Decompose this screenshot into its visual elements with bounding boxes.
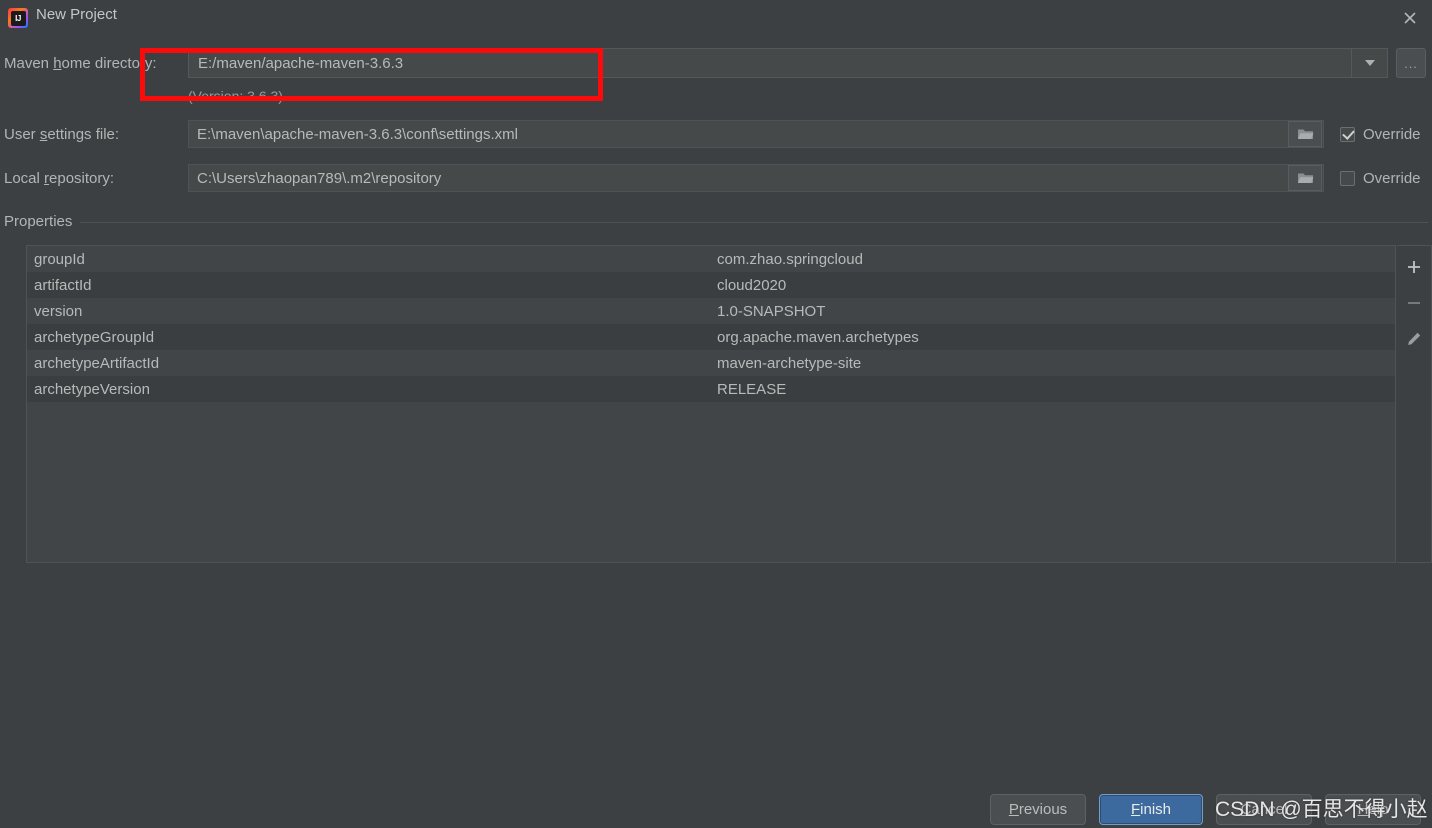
- previous-button[interactable]: Previous: [990, 794, 1086, 825]
- section-divider: [80, 222, 1428, 223]
- property-name-cell: artifactId: [34, 276, 92, 294]
- checkbox-indicator[interactable]: [1340, 127, 1355, 142]
- override-label: Override: [1363, 126, 1421, 143]
- maven-version-note: (Version: 3.6.3): [188, 88, 283, 104]
- override-label: Override: [1363, 170, 1421, 187]
- maven-home-label: Maven home directory:: [4, 55, 157, 72]
- title-bar: IJ New Project: [0, 0, 1432, 36]
- table-row[interactable]: groupId com.zhao.springcloud: [27, 246, 1395, 272]
- properties-table[interactable]: groupId com.zhao.springcloud artifactId clo…: [26, 245, 1396, 563]
- user-settings-override-checkbox[interactable]: Override: [1340, 126, 1421, 143]
- new-project-dialog: IJ New Project Maven home directory: E:/…: [0, 0, 1432, 828]
- folder-icon[interactable]: [1288, 165, 1322, 191]
- property-value-cell: RELEASE: [717, 380, 787, 398]
- close-icon[interactable]: [1396, 4, 1424, 32]
- folder-icon[interactable]: [1288, 121, 1322, 147]
- property-value-cell: 1.0-SNAPSHOT: [717, 302, 826, 320]
- user-settings-input[interactable]: E:\maven\apache-maven-3.6.3\conf\setting…: [188, 120, 1324, 148]
- maven-home-browse-button[interactable]: ...: [1396, 48, 1426, 78]
- maven-home-combobox[interactable]: E:/maven/apache-maven-3.6.3: [188, 48, 1388, 78]
- intellij-idea-icon: IJ: [8, 8, 28, 28]
- table-row[interactable]: version 1.0-SNAPSHOT: [27, 298, 1395, 324]
- chevron-down-icon[interactable]: [1351, 49, 1387, 77]
- property-value-cell: org.apache.maven.archetypes: [717, 328, 919, 346]
- property-value-cell: cloud2020: [717, 276, 787, 294]
- plus-icon[interactable]: [1401, 254, 1427, 280]
- checkbox-indicator[interactable]: [1340, 171, 1355, 186]
- maven-home-input[interactable]: E:/maven/apache-maven-3.6.3: [189, 55, 1351, 72]
- property-name-cell: version: [34, 302, 83, 320]
- table-empty-area: [27, 402, 1395, 562]
- pencil-icon[interactable]: [1401, 326, 1427, 352]
- property-name-cell: groupId: [34, 250, 85, 268]
- properties-table-toolbar: [1397, 245, 1432, 563]
- table-row[interactable]: archetypeGroupId org.apache.maven.archety…: [27, 324, 1395, 350]
- cancel-button[interactable]: Cancel: [1216, 794, 1312, 825]
- local-repository-override-checkbox[interactable]: Override: [1340, 170, 1421, 187]
- table-row[interactable]: archetypeArtifactId maven-archetype-site: [27, 350, 1395, 376]
- properties-section-label: Properties: [4, 213, 81, 230]
- table-row[interactable]: archetypeVersion RELEASE: [27, 376, 1395, 402]
- help-button[interactable]: Help: [1325, 794, 1421, 825]
- page-title: New Project: [36, 6, 117, 23]
- property-name-cell: archetypeGroupId: [34, 328, 155, 346]
- finish-button[interactable]: Finish: [1099, 794, 1203, 825]
- local-repository-label: Local repository:: [4, 170, 115, 187]
- property-name-cell: archetypeArtifactId: [34, 354, 160, 372]
- local-repository-input[interactable]: C:\Users\zhaopan789\.m2\repository: [188, 164, 1324, 192]
- table-row[interactable]: artifactId cloud2020: [27, 272, 1395, 298]
- minus-icon[interactable]: [1401, 290, 1427, 316]
- property-value-cell: maven-archetype-site: [717, 354, 862, 372]
- user-settings-label: User settings file:: [4, 126, 120, 143]
- property-name-cell: archetypeVersion: [34, 380, 150, 398]
- property-value-cell: com.zhao.springcloud: [717, 250, 863, 268]
